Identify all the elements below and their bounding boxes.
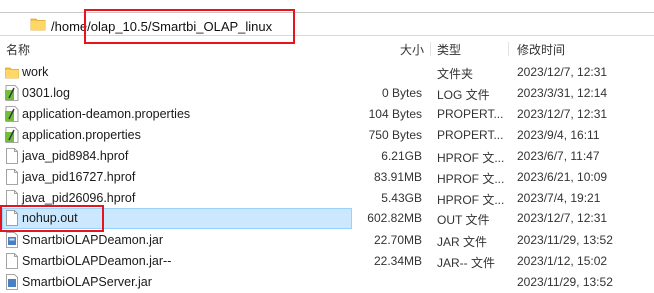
file-size: 602.82MB [367,211,422,225]
file-type: LOG 文件 [437,88,490,102]
list-item[interactable]: SmartbiOLAPDeamon.jar 22.70MB JAR 文件 202… [0,230,654,251]
file-size: 22.34MB [373,254,422,268]
file-name: work [22,65,49,79]
folder-icon [30,18,46,31]
file-name: SmartbiOLAPDeamon.jar [22,233,164,247]
file-name: java_pid26096.hprof [22,191,136,205]
file-name: SmartbiOLAPServer.jar [22,275,152,289]
file-type: PROPERT... [437,107,504,121]
file-modified: 2023/6/7, 11:47 [517,149,600,163]
file-icon [6,148,18,164]
file-icon [6,190,18,206]
file-name: application.properties [22,128,141,142]
file-name: application-deamon.properties [22,107,191,121]
list-item[interactable]: application-deamon.properties 104 Bytes … [0,104,654,125]
file-type: HPROF 文... [437,172,505,186]
list-item[interactable]: 0301.log 0 Bytes LOG 文件 2023/3/31, 12:14 [0,83,654,104]
column-divider[interactable] [508,42,509,56]
file-type: JAR-- 文件 [437,256,495,270]
file-type: 文件夹 [437,67,474,81]
file-name: java_pid16727.hprof [22,170,136,184]
file-highlight-box [0,205,104,232]
list-item[interactable]: java_pid8984.hprof 6.21GB HPROF 文... 202… [0,146,654,167]
file-modified: 2023/11/29, 13:52 [517,233,613,247]
folder-icon [5,67,19,79]
file-size: 83.91MB [373,170,422,184]
file-modified: 2023/1/12, 15:02 [517,254,608,268]
file-size: 5.43GB [381,191,422,205]
file-type: OUT 文件 [437,213,490,227]
file-type: PROPERT... [437,128,504,142]
file-name: 0301.log [22,86,70,100]
column-header: 名称 大小 类型 修改时间 [0,38,654,60]
file-name: SmartbiOLAPDeamon.jar-- [22,254,172,268]
file-icon [6,253,18,269]
jar-icon [6,232,18,248]
file-modified: 2023/6/21, 10:09 [517,170,608,184]
file-modified: 2023/12/7, 12:31 [517,65,608,79]
column-modified[interactable]: 修改时间 [517,41,565,58]
text-file-icon [5,106,19,122]
list-item[interactable]: SmartbiOLAPDeamon.jar-- 22.34MB JAR-- 文件… [0,251,654,272]
file-icon [6,169,18,185]
list-item[interactable]: SmartbiOLAPServer.jar 2023/11/29, 13:52 [0,272,654,293]
file-modified: 2023/12/7, 12:31 [517,107,608,121]
list-item[interactable]: application.properties 750 Bytes PROPERT… [0,125,654,146]
file-size: 22.70MB [373,233,422,247]
list-item[interactable]: work 文件夹 2023/12/7, 12:31 [0,62,654,83]
file-modified: 2023/11/29, 13:52 [517,275,613,289]
column-name[interactable]: 名称 [6,41,30,58]
column-type[interactable]: 类型 [437,41,461,58]
file-size: 0 Bytes [381,86,422,100]
column-divider[interactable] [430,42,431,56]
list-item[interactable]: java_pid16727.hprof 83.91MB HPROF 文... 2… [0,167,654,188]
file-size: 104 Bytes [368,107,422,121]
file-size: 6.21GB [381,149,422,163]
file-type: HPROF 文... [437,193,505,207]
file-name: java_pid8984.hprof [22,149,129,163]
text-file-icon [5,85,19,101]
file-modified: 2023/3/31, 12:14 [517,86,608,100]
file-modified: 2023/9/4, 16:11 [517,128,600,142]
file-type: JAR 文件 [437,235,488,249]
file-type: HPROF 文... [437,151,505,165]
file-size: 750 Bytes [368,128,422,142]
file-modified: 2023/12/7, 12:31 [517,211,608,225]
column-size[interactable]: 大小 [400,41,424,58]
text-file-icon [5,127,19,143]
jar-icon [6,274,18,290]
file-modified: 2023/7/4, 19:21 [517,191,601,205]
